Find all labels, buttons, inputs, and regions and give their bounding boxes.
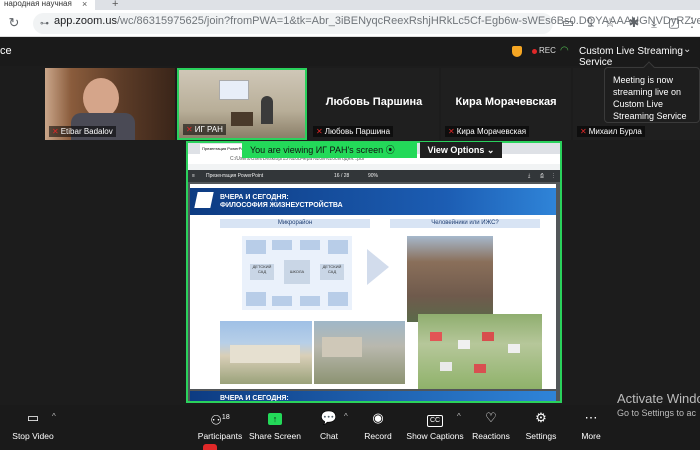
participant-face <box>83 78 119 118</box>
security-shield-icon[interactable] <box>512 46 522 57</box>
viewing-label: You are viewing ИГ РАН's screen ⦿ <box>242 142 417 158</box>
live-stream-icon: ◠ <box>560 45 569 56</box>
slide-logo-icon <box>194 192 214 208</box>
participant-name-label: ✕ Кира Морачевская <box>445 126 530 137</box>
leave-button-fragment[interactable] <box>203 444 217 450</box>
participant-tile[interactable]: ✕ Etibar Badalov <box>45 68 175 140</box>
tooltip-text: Meeting is now streaming live on Custom … <box>613 75 687 121</box>
cottages-photo <box>418 314 542 389</box>
yard-photo <box>314 321 405 384</box>
slide-title: ВЧЕРА И СЕГОДНЯ: ФИЛОСОФИЯ ЖИЗНЕУСТРОЙСТ… <box>220 194 343 209</box>
mic-muted-icon: ✕ <box>316 127 323 136</box>
arrow-right-icon <box>367 249 389 285</box>
viewing-banner: You are viewing ИГ РАН's screen ⦿ View O… <box>242 142 502 158</box>
record-button[interactable]: ◉ Record <box>346 409 410 441</box>
recording-dot-icon <box>532 49 537 54</box>
next-slide: ВЧЕРА И СЕГОДНЯ: <box>190 391 556 402</box>
slide-header: ВЧЕРА И СЕГОДНЯ: ФИЛОСОФИЯ ЖИЗНЕУСТРОЙСТ… <box>190 188 556 215</box>
presenter-figure <box>261 96 273 124</box>
slide: ВЧЕРА И СЕГОДНЯ: ФИЛОСОФИЯ ЖИЗНЕУСТРОЙСТ… <box>190 184 556 389</box>
windows-activation-subtitle: Go to Settings to ac <box>617 408 697 418</box>
section-label-right: Человейники или ИЖС? <box>390 219 540 228</box>
participant-name-label: ✕ Etibar Badalov <box>49 126 116 137</box>
participant-count: 18 <box>221 414 230 421</box>
menu-icon: ≡ <box>192 173 195 179</box>
mic-muted-icon: ✕ <box>580 127 587 136</box>
school-photo <box>220 321 312 384</box>
streaming-tooltip: Meeting is now streaming live on Custom … <box>604 61 700 123</box>
mic-muted-icon: ✕ <box>186 125 193 134</box>
extensions-icon[interactable]: ✱ <box>626 15 642 31</box>
microdistrict-diagram: ДЕТСКИЙ САД ШКОЛА ДЕТСКИЙ САД <box>242 236 352 310</box>
windows-activation-title: Activate Windo <box>617 391 700 406</box>
participant-tile[interactable]: Кира Морачевская ✕ Кира Морачевская <box>441 68 571 140</box>
pdf-title: Презентация PowerPoint <box>206 173 264 179</box>
window-toggle-icon[interactable]: ▢ <box>666 15 682 31</box>
chevron-down-icon[interactable]: ⌄ <box>683 44 691 55</box>
pdf-toolbar: ≡ Презентация PowerPoint 16 / 28 90% ⤓ ⎙… <box>188 170 560 182</box>
participant-name-label: ✕ Михаил Бурла <box>577 126 645 137</box>
more-icon: ⋮ <box>551 173 556 179</box>
desk-figure <box>231 112 253 126</box>
video-options-caret[interactable]: ^ <box>52 412 56 421</box>
print-icon: ⎙ <box>540 173 545 179</box>
more-icon: ⋯ <box>584 410 598 425</box>
participant-display-name: Кира Морачевская <box>455 96 557 108</box>
zoom-level: 90% <box>368 173 379 179</box>
chrome-menu-icon[interactable]: ⋮ <box>684 15 700 31</box>
highrise-photo <box>407 236 493 322</box>
bookmark-star-icon[interactable]: ☆ <box>602 15 618 31</box>
projector-screen <box>219 80 249 100</box>
status-dot-icon: ⦿ <box>385 145 395 155</box>
participant-tile-active[interactable]: ✕ ИГ РАН <box>177 68 307 140</box>
page-indicator: 16 / 28 <box>334 173 350 179</box>
site-info-icon[interactable]: ⊶ <box>40 18 49 29</box>
more-button[interactable]: ⋯ More <box>559 409 623 441</box>
cast-icon[interactable]: ▭ <box>560 15 576 31</box>
meeting-title: ce <box>0 45 12 57</box>
download-icon[interactable]: ⤓ <box>646 15 662 31</box>
shared-screen[interactable]: Презентация PowerPoint C:/Users/User/Des… <box>186 141 562 403</box>
mic-muted-icon: ✕ <box>52 127 59 136</box>
browser-tab-strip: народная научная × + <box>0 0 700 10</box>
recording-label: REC <box>539 46 556 55</box>
new-tab-icon[interactable]: + <box>112 0 118 10</box>
tab-title: народная научная <box>4 0 72 8</box>
reload-icon[interactable]: ↻ <box>6 15 22 31</box>
participant-display-name: Любовь Паршина <box>325 96 423 108</box>
record-icon: ◉ <box>372 410 384 425</box>
share-icon[interactable]: ⇪ <box>582 15 598 31</box>
view-options-button[interactable]: View Options ⌄ <box>420 142 502 158</box>
download-icon: ⤓ <box>528 173 531 179</box>
participant-name-label: ✕ Любовь Паршина <box>313 126 394 137</box>
participant-tile[interactable]: Любовь Паршина ✕ Любовь Паршина <box>309 68 439 140</box>
browser-address-bar: ↻ ⊶ app.zoom.us/wc/86315975625/join?from… <box>0 10 700 37</box>
participant-name-label: ✕ ИГ РАН <box>183 124 226 135</box>
next-slide-title: ВЧЕРА И СЕГОДНЯ: <box>220 395 289 402</box>
mic-muted-icon: ✕ <box>448 127 455 136</box>
browser-tab[interactable]: народная научная <box>0 0 95 10</box>
live-stream-button[interactable]: Custom Live Streaming Service <box>579 46 700 68</box>
close-tab-icon[interactable]: × <box>82 0 87 9</box>
section-label-left: Микрорайон <box>220 219 370 228</box>
